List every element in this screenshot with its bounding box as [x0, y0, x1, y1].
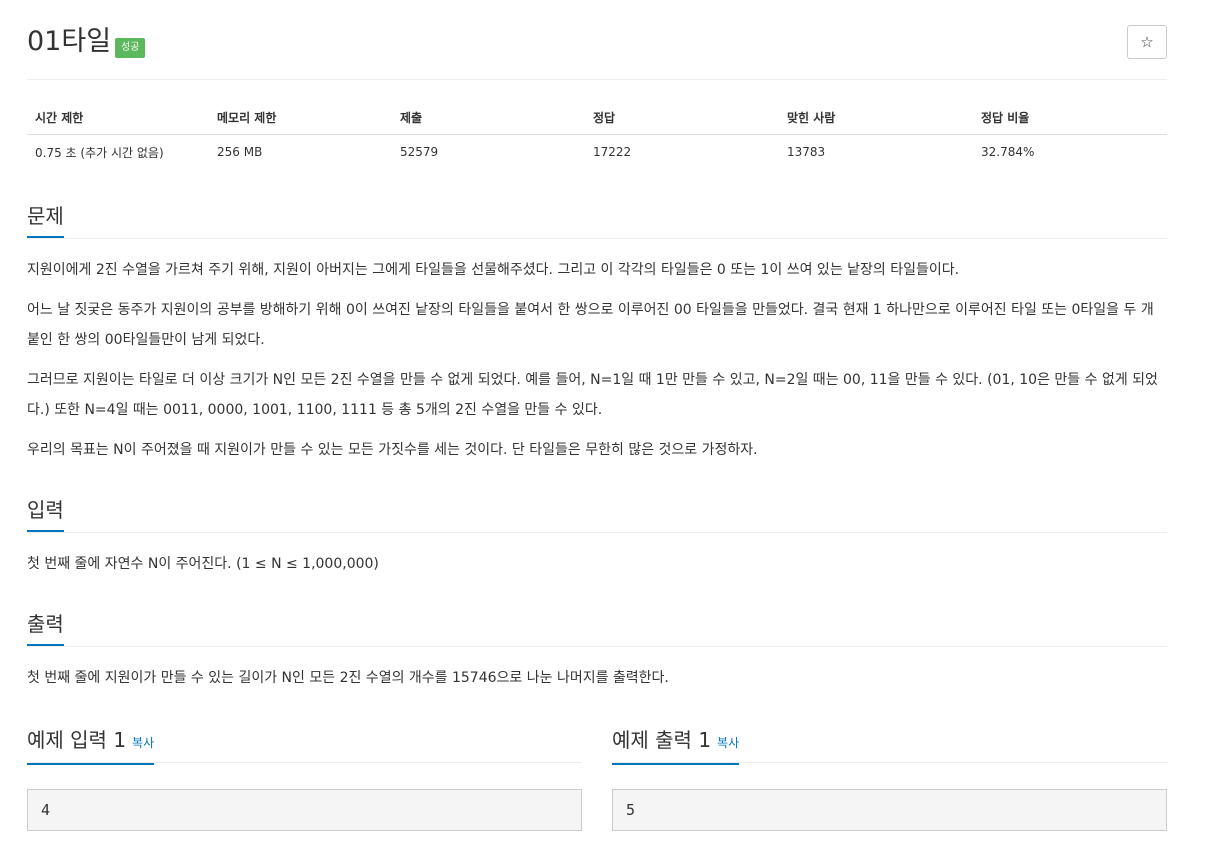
info-memory-limit: 256 MB [217, 145, 263, 159]
input-description: 첫 번째 줄에 자연수 N이 주어진다. (1 ≤ N ≤ 1,000,000) [27, 556, 379, 572]
input-section-header: 입력 [27, 494, 1167, 533]
input-body: 첫 번째 줄에 자연수 N이 주어진다. (1 ≤ N ≤ 1,000,000) [27, 549, 1167, 579]
star-button[interactable]: ☆ [1127, 25, 1167, 59]
description-body: 지원이에게 2진 수열을 가르쳐 주기 위해, 지원이 아버지는 그에게 타일들… [27, 255, 1167, 465]
info-header-time-limit: 시간 제한 [27, 100, 209, 135]
description-section-header: 문제 [27, 200, 1167, 239]
sample-input-title-text: 예제 입력 1 [27, 728, 127, 752]
description-paragraph: 우리의 목표는 N이 주어졌을 때 지원이가 만들 수 있는 모든 가짓수를 세… [27, 442, 758, 458]
info-accepted: 17222 [593, 145, 632, 159]
info-header-accepted: 정답 [585, 100, 779, 135]
info-time-limit: 0.75 초 (추가 시간 없음) [35, 145, 164, 160]
info-submissions: 52579 [400, 145, 439, 159]
sample-output-header: 예제 출력 1 복사 [612, 724, 1167, 765]
info-accept-ratio: 32.784% [981, 145, 1035, 159]
info-header-submissions: 제출 [392, 100, 585, 135]
output-section-header: 출력 [27, 608, 1167, 647]
sample-output-title-text: 예제 출력 1 [612, 728, 712, 752]
info-header-memory-limit: 메모리 제한 [209, 100, 392, 135]
description-paragraph: 어느 날 짓궂은 동주가 지원이의 공부를 방해하기 위해 0이 쓰여진 낱장의… [27, 302, 1154, 348]
info-header-solved-users: 맞힌 사람 [779, 100, 973, 135]
info-value-row: 0.75 초 (추가 시간 없음) 256 MB 52579 17222 137… [27, 135, 1167, 170]
output-body: 첫 번째 줄에 지원이가 만들 수 있는 길이가 N인 모든 2진 수열의 개수… [27, 663, 1167, 693]
star-icon: ☆ [1140, 33, 1154, 51]
info-header-accept-ratio: 정답 비율 [973, 100, 1167, 135]
input-section: 입력 첫 번째 줄에 자연수 N이 주어진다. (1 ≤ N ≤ 1,000,0… [27, 494, 1167, 589]
sample-input-title: 예제 입력 1 복사 [27, 726, 155, 765]
problem-header: 01타일 성공 ☆ [27, 0, 1167, 80]
description-paragraph: 지원이에게 2진 수열을 가르쳐 주기 위해, 지원이 아버지는 그에게 타일들… [27, 262, 960, 278]
problem-page: 01타일 성공 ☆ 시간 제한 메모리 제한 제출 정답 맞힌 사람 정답 비율 [27, 0, 1167, 831]
sample-input-box[interactable]: 4 [27, 789, 582, 831]
sample-input-header: 예제 입력 1 복사 [27, 724, 582, 765]
output-title: 출력 [27, 610, 64, 646]
description-paragraph: 그러므로 지원이는 타일로 더 이상 크기가 N인 모든 2진 수열을 만들 수… [27, 372, 1158, 418]
description-section: 문제 지원이에게 2진 수열을 가르쳐 주기 위해, 지원이 아버지는 그에게 … [27, 200, 1167, 475]
description-title: 문제 [27, 202, 64, 238]
output-section: 출력 첫 번째 줄에 지원이가 만들 수 있는 길이가 N인 모든 2진 수열의… [27, 608, 1167, 703]
sample-output-title: 예제 출력 1 복사 [612, 726, 740, 765]
info-solved-users: 13783 [787, 145, 826, 159]
info-header-row: 시간 제한 메모리 제한 제출 정답 맞힌 사람 정답 비율 [27, 100, 1167, 135]
output-description: 첫 번째 줄에 지원이가 만들 수 있는 길이가 N인 모든 2진 수열의 개수… [27, 670, 669, 686]
problem-title: 01타일 [27, 26, 112, 57]
input-title: 입력 [27, 496, 64, 532]
copy-sample-input-link[interactable]: 복사 [132, 736, 154, 750]
sample-input-section: 예제 입력 1 복사 4 [27, 724, 582, 831]
status-badge: 성공 [115, 38, 146, 58]
copy-sample-output-link[interactable]: 복사 [717, 736, 739, 750]
problem-info-table: 시간 제한 메모리 제한 제출 정답 맞힌 사람 정답 비율 0.75 초 (추… [27, 100, 1167, 169]
sample-output-section: 예제 출력 1 복사 5 [612, 724, 1167, 831]
sample-output-box[interactable]: 5 [612, 789, 1167, 831]
